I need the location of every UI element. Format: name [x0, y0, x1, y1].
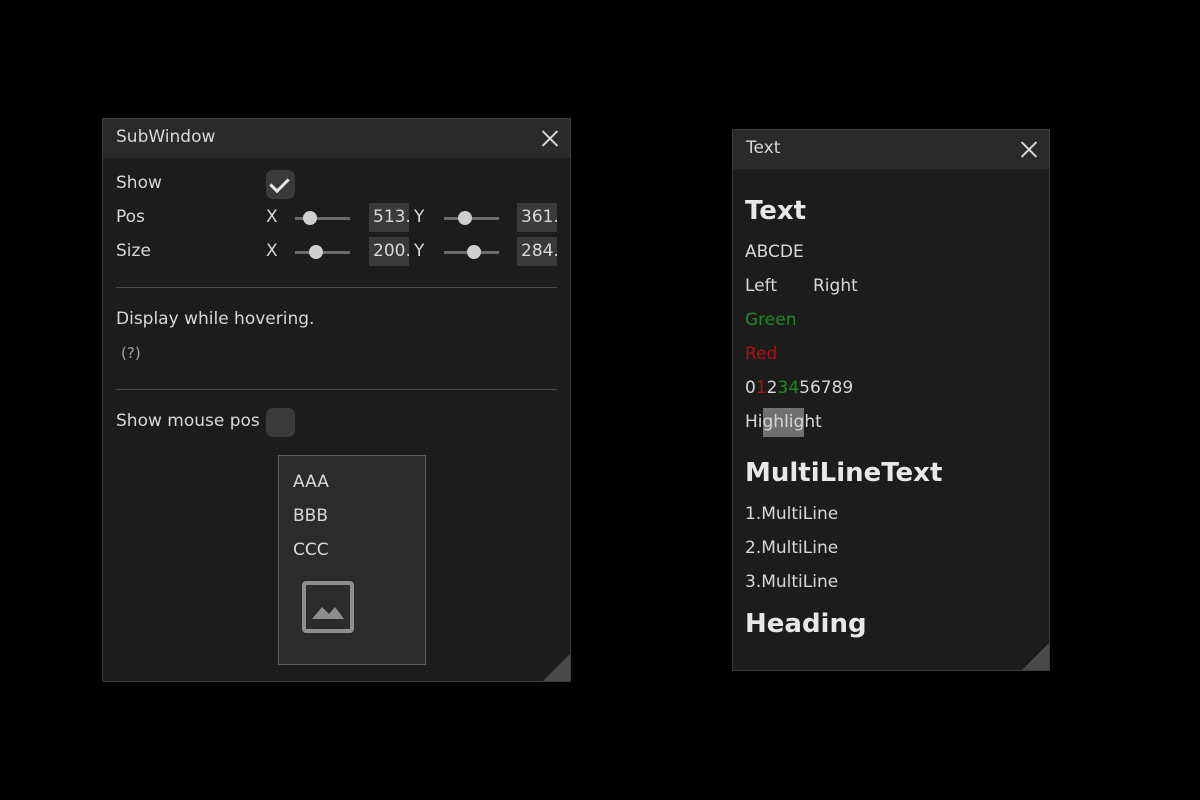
item-listbox[interactable]: AAA BBB CCC: [278, 455, 426, 665]
digit-plain: 0: [745, 378, 756, 398]
list-item[interactable]: BBB: [293, 506, 328, 526]
pos-label: Pos: [116, 207, 145, 227]
pos-y-value[interactable]: 361.: [517, 203, 557, 232]
digit-red: 1: [755, 378, 767, 398]
pos-x-slider[interactable]: [295, 208, 350, 228]
checkmark-icon: [269, 172, 290, 194]
heading: Heading: [745, 609, 867, 639]
text-heading: Text: [745, 196, 807, 226]
slider-knob[interactable]: [467, 245, 481, 259]
close-icon[interactable]: [541, 129, 559, 147]
pos-x-value[interactable]: 513.: [369, 203, 409, 232]
size-label: Size: [116, 241, 151, 261]
show-mouse-pos-checkbox[interactable]: [266, 408, 295, 437]
multiline-heading: MultiLineText: [745, 458, 943, 488]
slider-knob[interactable]: [309, 245, 323, 259]
slider-knob[interactable]: [458, 211, 472, 225]
pos-y-slider[interactable]: [444, 208, 499, 228]
pos-y-label: Y: [414, 207, 425, 227]
resize-grip[interactable]: [543, 654, 570, 681]
show-mouse-pos-label: Show mouse pos: [116, 411, 260, 431]
text-window-title: Text: [746, 138, 781, 158]
show-checkbox[interactable]: [266, 170, 295, 199]
red-text: Red: [745, 344, 778, 364]
size-y-value[interactable]: 284.: [517, 237, 557, 266]
show-label: Show: [116, 173, 162, 193]
highlight-suffix: ht: [804, 412, 822, 432]
size-x-value[interactable]: 200.: [369, 237, 409, 266]
pos-x-label: X: [266, 207, 278, 227]
digit-plain: 56789: [799, 378, 854, 398]
abcde-text: ABCDE: [745, 242, 804, 262]
subwindow-title: SubWindow: [116, 127, 216, 147]
highlighted-segment: ghlig: [762, 408, 805, 437]
subwindow-titlebar[interactable]: SubWindow: [103, 119, 570, 158]
image-placeholder-icon: [302, 581, 354, 633]
digit-green: 4: [788, 378, 800, 398]
right-text: Right: [813, 276, 858, 296]
highlight-prefix: Hi: [745, 412, 763, 432]
digits-text: 0123456789: [745, 378, 853, 398]
digit-plain: 2: [766, 378, 778, 398]
help-marker[interactable]: (?): [121, 344, 141, 362]
close-icon[interactable]: [1020, 140, 1038, 158]
size-y-label: Y: [414, 241, 425, 261]
green-text: Green: [745, 310, 797, 330]
text-window: Text Text ABCDE Left Right Green Red 012…: [732, 129, 1050, 671]
resize-grip[interactable]: [1022, 643, 1049, 670]
list-item[interactable]: CCC: [293, 540, 329, 560]
size-y-slider[interactable]: [444, 242, 499, 262]
separator: [116, 389, 557, 390]
highlight-text: Highlight: [745, 408, 822, 437]
multiline-item: 3.MultiLine: [745, 572, 839, 592]
digit-green: 3: [777, 378, 789, 398]
left-text: Left: [745, 276, 777, 296]
size-x-slider[interactable]: [295, 242, 350, 262]
slider-knob[interactable]: [303, 211, 317, 225]
list-item[interactable]: AAA: [293, 472, 329, 492]
hover-text: Display while hovering.: [116, 309, 315, 329]
multiline-item: 1.MultiLine: [745, 504, 839, 524]
text-window-titlebar[interactable]: Text: [733, 130, 1049, 169]
multiline-item: 2.MultiLine: [745, 538, 839, 558]
size-x-label: X: [266, 241, 278, 261]
separator: [116, 287, 557, 288]
subwindow: SubWindow Show Pos X 513. Y 361. Size X …: [102, 118, 571, 682]
